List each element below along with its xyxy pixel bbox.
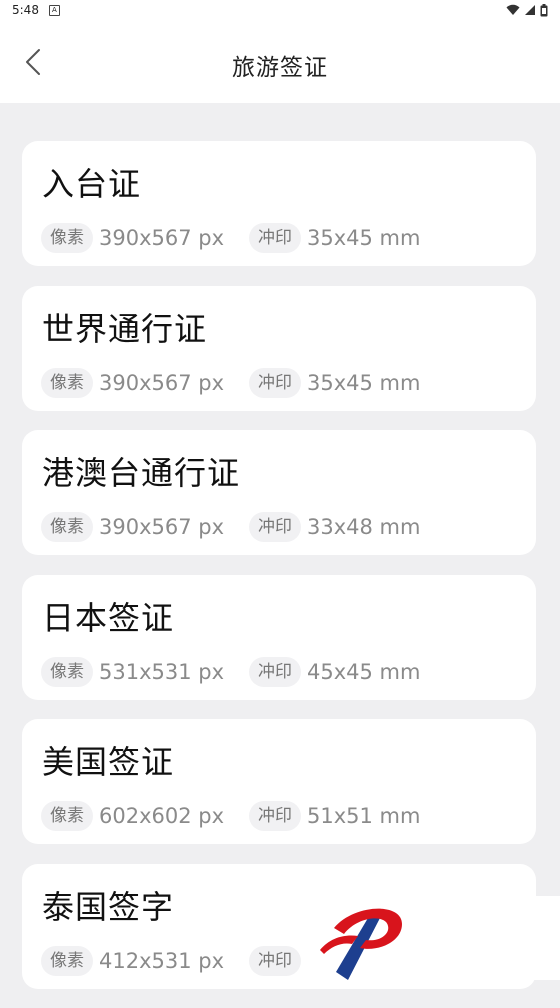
print-tag: 冲印	[249, 512, 301, 542]
cell-signal-icon	[525, 5, 535, 15]
pixel-value: 390x567 px	[99, 515, 225, 539]
print-tag: 冲印	[249, 367, 301, 398]
print-value: 35x45 mm	[307, 226, 421, 250]
print-value: 45x45 mm	[307, 659, 421, 684]
visa-card-3[interactable]: 日本签证 像素 531x531 px 冲印 45x45 mm	[22, 574, 536, 700]
pixel-value: 602x602 px	[99, 804, 225, 828]
page-title: 旅游签证	[232, 55, 328, 81]
print-value: 35x45 mm	[307, 370, 421, 395]
card-title: 泰国签字	[42, 887, 175, 926]
wifi-icon	[506, 4, 520, 15]
notification-a-icon: A	[48, 4, 60, 16]
pixel-tag: 像素	[41, 801, 93, 831]
print-value: 51x51 mm	[307, 804, 421, 828]
print-tag: 冲印	[249, 656, 301, 687]
card-meta: 像素 390x567 px 冲印 35x45 mm	[41, 223, 420, 253]
pixel-tag: 像素	[41, 367, 93, 398]
print-tag: 冲印	[249, 945, 301, 976]
card-meta: 像素 602x602 px 冲印 51x51 mm	[41, 801, 420, 831]
card-meta: 像素 390x567 px 冲印 33x48 mm	[41, 512, 420, 542]
card-meta: 像素 531x531 px 冲印 45x45 mm	[41, 656, 421, 687]
pixel-value: 531x531 px	[99, 659, 225, 684]
visa-card-4[interactable]: 美国签证 像素 602x602 px 冲印 51x51 mm	[22, 719, 536, 844]
print-tag: 冲印	[249, 801, 301, 831]
card-title: 入台证	[42, 165, 142, 203]
print-tag: 冲印	[249, 223, 301, 253]
card-meta: 像素 412x531 px 冲印	[41, 945, 307, 976]
pixel-tag: 像素	[41, 512, 93, 542]
logo-overlay	[310, 896, 560, 980]
pixel-value: 412x531 px	[99, 948, 225, 973]
status-time: 5:48	[12, 3, 39, 17]
visa-card-1[interactable]: 世界通行证 像素 390x567 px 冲印 35x45 mm	[22, 285, 536, 411]
visa-card-0[interactable]: 入台证 像素 390x567 px 冲印 35x45 mm	[22, 141, 536, 266]
pixel-tag: 像素	[41, 656, 93, 687]
visa-list: 入台证 像素 390x567 px 冲印 35x45 mm 世界通行证 像素 3…	[22, 141, 536, 1008]
card-meta: 像素 390x567 px 冲印 35x45 mm	[41, 367, 421, 398]
card-title: 日本签证	[42, 598, 175, 637]
brand-logo-icon	[320, 908, 402, 980]
card-title: 世界通行证	[42, 309, 208, 348]
card-title: 美国签证	[42, 743, 175, 781]
card-title: 港澳台通行证	[42, 454, 241, 492]
print-value: 33x48 mm	[307, 515, 421, 539]
visa-card-2[interactable]: 港澳台通行证 像素 390x567 px 冲印 33x48 mm	[22, 430, 536, 555]
battery-icon	[540, 3, 548, 16]
app-header: 旅游签证	[0, 20, 560, 103]
pixel-value: 390x567 px	[99, 370, 225, 395]
pixel-value: 390x567 px	[99, 226, 225, 250]
pixel-tag: 像素	[41, 945, 93, 976]
status-bar: 5:48 A	[0, 0, 560, 20]
status-right	[506, 3, 548, 17]
pixel-tag: 像素	[41, 223, 93, 253]
status-left: 5:48 A	[12, 3, 60, 17]
